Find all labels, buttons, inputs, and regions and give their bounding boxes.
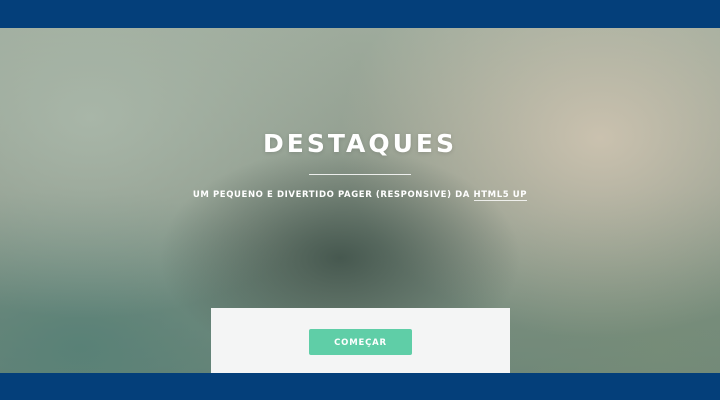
start-button[interactable]: COMEÇAR (309, 329, 412, 355)
subtitle-text: UM PEQUENO E DIVERTIDO PAGER (RESPONSIVE… (192, 190, 474, 200)
hero-section: DESTAQUES UM PEQUENO E DIVERTIDO PAGER (… (0, 28, 720, 373)
top-frame-bar (0, 0, 720, 28)
html5up-link[interactable]: HTML5 UP (473, 190, 528, 201)
title-divider (309, 174, 411, 175)
hero-subtitle: UM PEQUENO E DIVERTIDO PAGER (RESPONSIVE… (0, 190, 720, 201)
page-title: DESTAQUES (263, 129, 457, 158)
cta-panel: COMEÇAR (211, 308, 510, 373)
bottom-frame-bar (0, 373, 720, 400)
